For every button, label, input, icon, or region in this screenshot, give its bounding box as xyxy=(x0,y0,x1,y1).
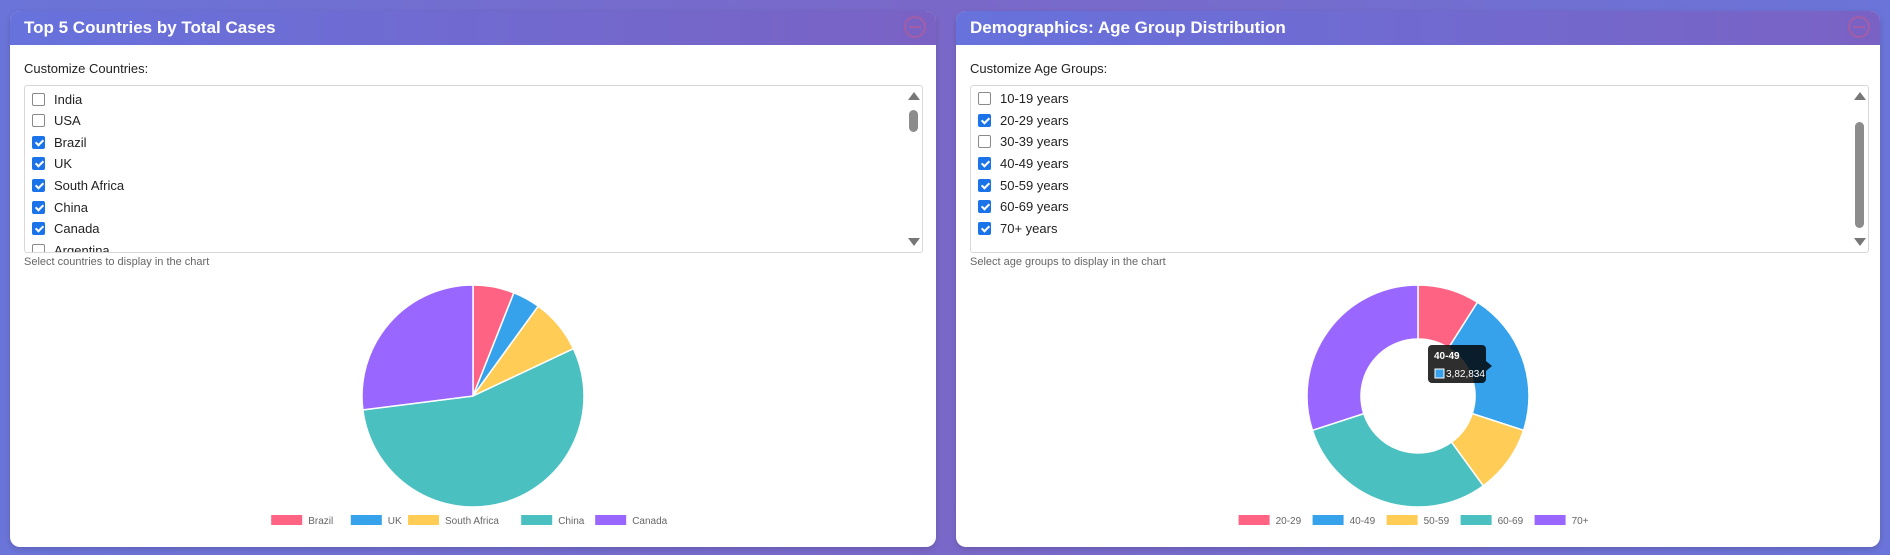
country-legend-label: South Africa xyxy=(445,516,499,527)
chart-tooltip: 40-49 3,82,834 xyxy=(1428,345,1492,383)
age-group-legend-item[interactable]: 40-49 xyxy=(1312,515,1376,527)
country-legend-swatch xyxy=(408,515,439,525)
age-group-legend-label: 60-69 xyxy=(1498,516,1524,527)
age-group-slice[interactable] xyxy=(1311,412,1485,508)
age-group-legend-swatch xyxy=(1460,515,1492,525)
age-group-legend-swatch xyxy=(1386,515,1418,525)
age-group-legend-label: 20-29 xyxy=(1276,516,1302,527)
age-groups-doughnut-chart[interactable]: 20-29 40-49 50-59 60-69 70+ 40-49 3,82,834 xyxy=(956,11,1880,547)
tooltip-value: 3,82,834 xyxy=(1446,369,1485,380)
age-group-legend-label: 50-59 xyxy=(1424,516,1450,527)
age-group-legend-item[interactable]: 70+ xyxy=(1534,515,1589,527)
age-group-legend-label: 40-49 xyxy=(1350,516,1376,527)
age-group-legend-label: 70+ xyxy=(1572,516,1589,527)
country-legend-item[interactable]: China xyxy=(521,515,585,527)
country-legend-label: China xyxy=(558,516,585,527)
age-group-legend-item[interactable]: 60-69 xyxy=(1460,515,1524,527)
countries-pie-chart[interactable]: Brazil UK South Africa China Canada xyxy=(10,11,936,547)
country-legend-swatch xyxy=(521,515,553,525)
age-group-legend-swatch xyxy=(1238,515,1270,525)
age-group-legend-swatch xyxy=(1534,515,1566,525)
country-legend-label: UK xyxy=(388,516,402,527)
country-legend-item[interactable]: UK xyxy=(350,515,402,527)
country-legend-swatch xyxy=(271,515,303,525)
countries-card: Top 5 Countries by Total Cases Customize… xyxy=(10,11,936,547)
tooltip-title: 40-49 xyxy=(1434,351,1460,362)
age-group-legend-swatch xyxy=(1312,515,1344,525)
country-legend-swatch xyxy=(595,515,627,525)
age-group-legend-item[interactable]: 20-29 xyxy=(1238,515,1302,527)
tooltip-swatch xyxy=(1434,368,1445,379)
country-legend-item[interactable]: Canada xyxy=(595,515,668,527)
country-legend-label: Canada xyxy=(632,516,667,527)
country-legend-item[interactable]: South Africa xyxy=(408,515,499,527)
country-slice[interactable] xyxy=(361,284,474,411)
age-group-legend-item[interactable]: 50-59 xyxy=(1386,515,1450,527)
age-groups-card: Demographics: Age Group Distribution Cus… xyxy=(956,11,1880,547)
country-legend-label: Brazil xyxy=(308,516,333,527)
age-group-slice[interactable] xyxy=(1306,284,1419,432)
country-legend-item[interactable]: Brazil xyxy=(271,515,333,527)
country-legend-swatch xyxy=(350,515,382,525)
